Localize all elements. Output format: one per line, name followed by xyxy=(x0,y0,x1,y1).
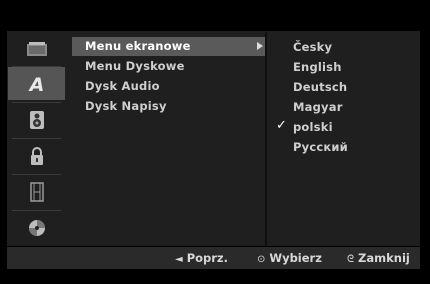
enter-icon: ⊙ xyxy=(257,254,266,265)
menu-item-disc-audio[interactable]: Dysk Audio xyxy=(72,77,265,96)
option-polish[interactable]: ✓ polski xyxy=(268,117,418,137)
category-sidebar: A xyxy=(8,32,65,246)
menu-item-disc-menu[interactable]: Menu Dyskowe xyxy=(72,57,265,76)
option-russian[interactable]: Русский xyxy=(268,137,418,157)
sidebar-item-lock[interactable] xyxy=(8,139,65,172)
language-options: Česky English Deutsch Magyar ✓ polski Ру… xyxy=(268,32,420,246)
option-label: Deutsch xyxy=(293,80,348,94)
option-german[interactable]: Deutsch xyxy=(268,77,418,97)
return-icon: ᘓ xyxy=(347,254,355,265)
menu-item-label: Dysk Audio xyxy=(85,79,160,93)
sidebar-item-recording[interactable] xyxy=(8,175,65,208)
sidebar-item-general[interactable] xyxy=(8,32,65,65)
svg-text:A: A xyxy=(27,74,44,94)
sidebar-item-language[interactable]: A xyxy=(8,67,65,100)
dvd-setup-screen: A Menu ekranowe Menu Dyskowe Dysk Audio … xyxy=(0,0,430,284)
film-icon xyxy=(29,181,44,202)
menu-item-label: Menu ekranowe xyxy=(85,39,191,53)
language-icon: A xyxy=(27,74,44,94)
hint-select[interactable]: ⊙ Wybierz xyxy=(257,251,322,265)
sidebar-item-disc[interactable] xyxy=(8,211,65,244)
submenu-arrow-icon xyxy=(257,42,263,50)
hint-select-label: Wybierz xyxy=(269,251,322,265)
menu-item-label: Dysk Napisy xyxy=(85,99,167,113)
hint-close[interactable]: ᘓ Zamknij xyxy=(347,251,410,265)
option-english[interactable]: English xyxy=(268,57,418,77)
sidebar-item-audio[interactable] xyxy=(8,103,65,136)
menu-item-label: Menu Dyskowe xyxy=(85,59,185,73)
option-label: Česky xyxy=(293,40,333,54)
menu-item-osd[interactable]: Menu ekranowe xyxy=(72,37,265,56)
folder-icon xyxy=(26,41,47,56)
hint-close-label: Zamknij xyxy=(358,251,410,265)
lock-icon xyxy=(30,146,43,165)
option-label: English xyxy=(293,60,342,74)
option-czech[interactable]: Česky xyxy=(268,37,418,57)
option-label: polski xyxy=(293,120,333,134)
speaker-icon xyxy=(29,110,44,129)
option-label: Magyar xyxy=(293,100,343,114)
hint-prev-label: Poprz. xyxy=(186,251,228,265)
option-hungarian[interactable]: Magyar xyxy=(268,97,418,117)
language-menu: Menu ekranowe Menu Dyskowe Dysk Audio Dy… xyxy=(72,32,265,246)
checkmark-icon: ✓ xyxy=(276,118,287,133)
disc-icon xyxy=(28,219,45,236)
column-divider xyxy=(265,32,267,246)
hint-bar: ◄ Poprz. ⊙ Wybierz ᘓ Zamknij xyxy=(7,247,420,269)
menu-item-disc-subtitle[interactable]: Dysk Napisy xyxy=(72,97,265,116)
option-label: Русский xyxy=(293,140,348,154)
hint-prev[interactable]: ◄ Poprz. xyxy=(175,251,228,265)
left-arrow-icon: ◄ xyxy=(175,254,183,265)
